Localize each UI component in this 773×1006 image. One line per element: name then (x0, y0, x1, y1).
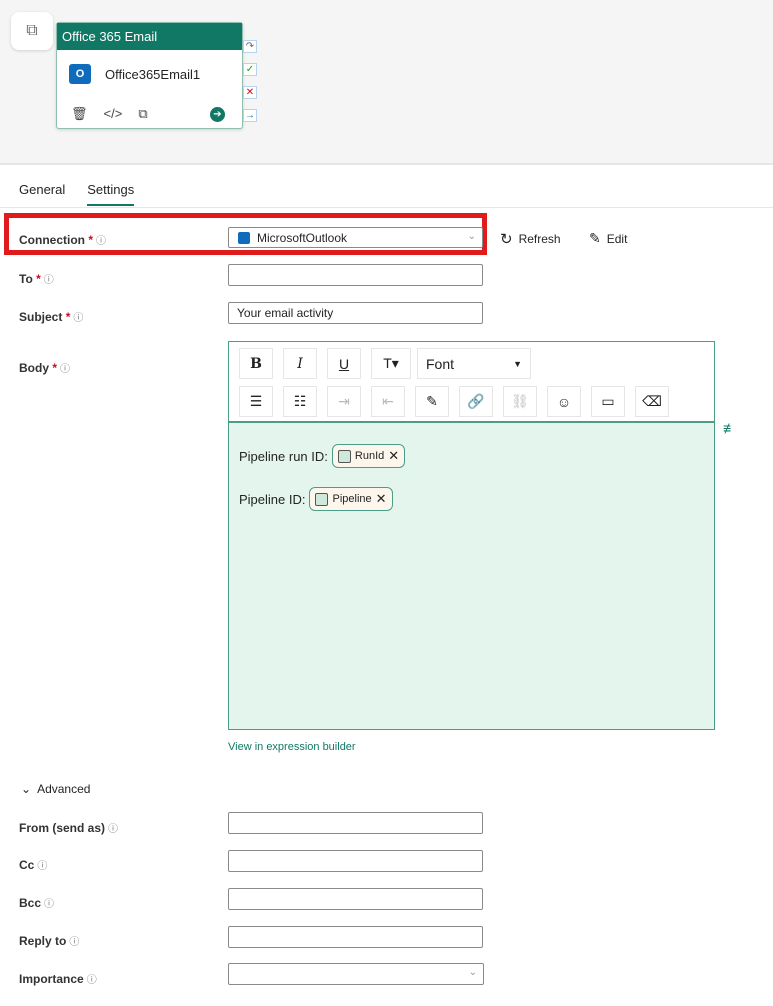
refresh-button[interactable]: ↻ Refresh (500, 230, 561, 248)
node-title: Office 365 Email (57, 23, 242, 50)
pipeline-canvas: ⧉ Office 365 Email O Office365Email1 🗑 <… (0, 0, 773, 165)
importance-select[interactable]: ⌄ (228, 963, 484, 985)
go-arrow-icon[interactable]: ➔ (210, 107, 225, 122)
completion-connector-icon[interactable]: → (243, 109, 257, 122)
remove-icon[interactable]: ✕ (376, 491, 387, 507)
unlink-icon[interactable]: ⛓ (503, 386, 537, 417)
variable-icon (315, 492, 329, 506)
runid-chip[interactable]: RunId ✕ (331, 444, 406, 468)
outlook-icon: O (69, 64, 91, 84)
font-value: Font (426, 355, 455, 372)
chip-label: RunId (354, 450, 385, 462)
copilot-icon[interactable]: ⧉ (11, 12, 53, 50)
outlook-icon (238, 232, 250, 244)
importance-label: Importance ⓘ (19, 972, 97, 986)
skip-connector-icon[interactable]: ↷ (243, 40, 257, 53)
divider (0, 207, 773, 208)
body-line: Pipeline ID: Pipeline ✕ (239, 487, 393, 511)
chip-label: Pipeline (332, 493, 372, 505)
underline-icon[interactable]: U (327, 348, 361, 379)
highlight-pen-icon[interactable]: ✎ (415, 386, 449, 417)
cc-input[interactable] (228, 850, 483, 872)
to-label: To * ⓘ (19, 272, 54, 286)
fail-connector-icon[interactable]: ✕ (243, 86, 257, 99)
to-input[interactable] (228, 264, 483, 286)
chevron-down-icon: ⌄ (468, 967, 477, 978)
dynamic-content-icon[interactable]: ≢ (723, 420, 737, 436)
editor-toolbar: B I U T▾ Font ▼ ☰ ☷ ⇥ ⇤ ✎ 🔗 ⛓ ☺ ▭ ⌫ (229, 342, 714, 423)
cc-label: Cc ⓘ (19, 858, 48, 872)
from-label: From (send as) ⓘ (19, 821, 119, 835)
remove-icon[interactable]: ✕ (388, 448, 399, 464)
tab-general[interactable]: General (19, 182, 65, 206)
node-name: Office365Email1 (105, 67, 201, 82)
bold-icon[interactable]: B (239, 348, 273, 379)
refresh-label: Refresh (518, 232, 561, 246)
italic-icon[interactable]: I (283, 348, 317, 379)
code-icon[interactable]: </> (104, 106, 123, 122)
emoji-icon[interactable]: ☺ (547, 386, 581, 417)
expression-builder-link[interactable]: View in expression builder (228, 741, 356, 753)
bcc-label: Bcc ⓘ (19, 896, 55, 910)
edit-button[interactable]: ✎ Edit (589, 230, 627, 247)
body-text: Pipeline ID: (239, 491, 306, 507)
chevron-down-icon: ⌄ (21, 782, 32, 796)
edit-label: Edit (606, 231, 628, 246)
numbered-list-icon[interactable]: ☷ (283, 386, 317, 417)
bcc-input[interactable] (228, 888, 483, 910)
variable-icon (337, 449, 351, 463)
reply-to-label: Reply to ⓘ (19, 934, 80, 948)
reply-to-input[interactable] (228, 926, 483, 948)
from-input[interactable] (228, 812, 483, 834)
body-editor[interactable]: B I U T▾ Font ▼ ☰ ☷ ⇥ ⇤ ✎ 🔗 ⛓ ☺ ▭ ⌫ Pipel… (228, 341, 715, 730)
advanced-label: Advanced (37, 782, 91, 796)
outdent-icon[interactable]: ⇤ (371, 386, 405, 417)
indent-icon[interactable]: ⇥ (327, 386, 361, 417)
body-line: Pipeline run ID: RunId ✕ (239, 444, 406, 468)
link-icon[interactable]: 🔗 (459, 386, 493, 417)
pencil-icon: ✎ (589, 230, 601, 246)
text-size-icon[interactable]: T▾ (371, 348, 411, 379)
advanced-toggle[interactable]: ⌄ Advanced (21, 782, 90, 796)
pipeline-chip[interactable]: Pipeline ✕ (309, 487, 393, 511)
connection-select[interactable]: MicrosoftOutlook ⌄ (228, 227, 483, 248)
subject-label: Subject * ⓘ (19, 310, 84, 324)
body-text: Pipeline run ID: (239, 448, 328, 464)
eraser-icon[interactable]: ⌫ (635, 386, 669, 417)
caret-down-icon: ▼ (513, 358, 522, 369)
body-label: Body * ⓘ (19, 361, 71, 375)
chevron-down-icon: ⌄ (467, 231, 476, 242)
copy-icon[interactable]: ⧉ (138, 106, 147, 122)
subject-input[interactable]: Your email activity (228, 302, 483, 324)
success-connector-icon[interactable]: ✓ (243, 63, 257, 76)
tab-settings[interactable]: Settings (87, 182, 135, 206)
connection-value: MicrosoftOutlook (257, 231, 348, 245)
bullet-list-icon[interactable]: ☰ (239, 386, 273, 417)
image-icon[interactable]: ▭ (591, 386, 625, 417)
activity-node[interactable]: Office 365 Email O Office365Email1 🗑 </>… (56, 22, 243, 129)
connection-label: Connection * ⓘ (19, 233, 107, 247)
font-select[interactable]: Font ▼ (417, 348, 531, 379)
refresh-icon: ↻ (500, 231, 513, 248)
delete-icon[interactable]: 🗑 (71, 106, 88, 122)
